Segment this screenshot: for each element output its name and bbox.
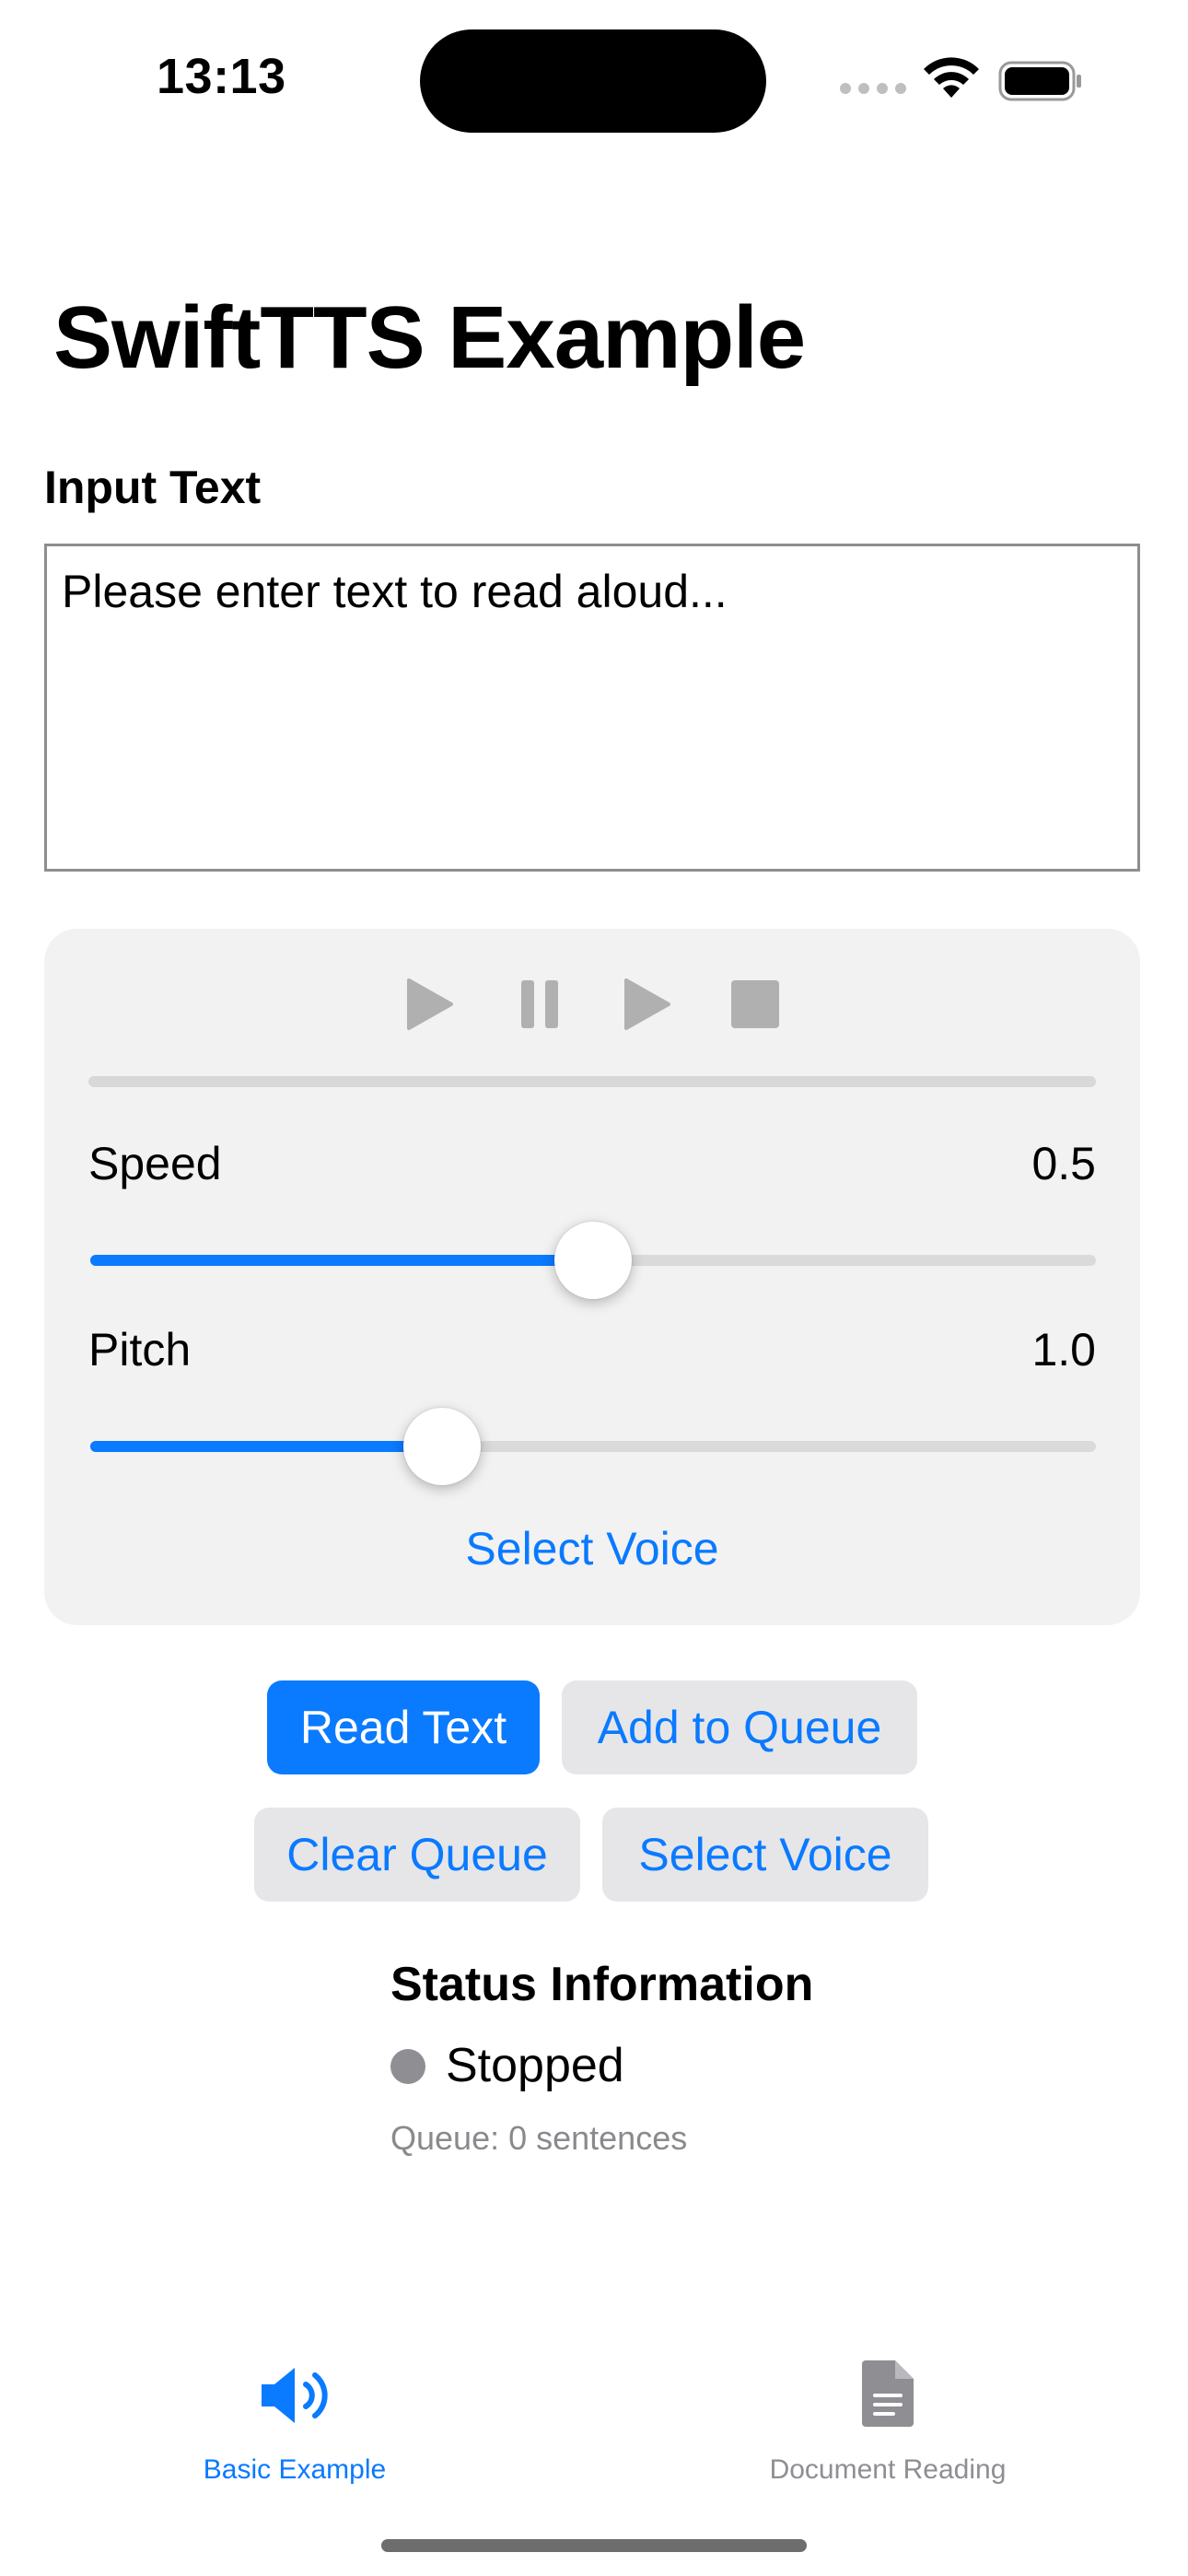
status-time: 13:13	[157, 49, 286, 104]
input-text-label: Input Text	[44, 462, 262, 513]
queue-count: Queue: 0 sentences	[390, 2119, 688, 2157]
clear-queue-button[interactable]: Clear Queue	[254, 1808, 580, 1902]
text-input-placeholder: Please enter text to read aloud...	[62, 566, 728, 617]
speaker-icon	[262, 2368, 328, 2423]
pitch-label: Pitch	[88, 1324, 192, 1376]
status-state: Stopped	[446, 2039, 624, 2092]
tab-document-reading[interactable]: Document Reading	[704, 2340, 1072, 2488]
pause-icon[interactable]	[516, 977, 567, 1032]
dynamic-island	[420, 29, 766, 133]
tab-basic-example[interactable]: Basic Example	[111, 2340, 479, 2488]
tab-label-basic-example: Basic Example	[203, 2454, 387, 2485]
pitch-slider-fill	[90, 1441, 443, 1452]
playback-progress-bar	[88, 1076, 1096, 1087]
tab-label-document-reading: Document Reading	[769, 2454, 1007, 2485]
panel-select-voice-button[interactable]: Select Voice	[44, 1522, 1140, 1575]
pitch-value: 1.0	[1031, 1324, 1096, 1376]
select-voice-button[interactable]: Select Voice	[602, 1808, 928, 1902]
cellular-signal-icon	[840, 83, 906, 94]
add-to-queue-button[interactable]: Add to Queue	[562, 1680, 917, 1774]
read-text-button[interactable]: Read Text	[267, 1680, 540, 1774]
page-title: SwiftTTS Example	[53, 288, 806, 387]
pitch-slider-thumb[interactable]	[403, 1408, 482, 1485]
status-title: Status Information	[390, 1958, 814, 2011]
resume-icon[interactable]	[621, 977, 672, 1032]
text-input[interactable]: Please enter text to read aloud...	[44, 544, 1140, 872]
home-indicator[interactable]	[381, 2539, 807, 2552]
document-icon	[862, 2360, 914, 2427]
status-indicator-dot	[390, 2049, 425, 2084]
speed-slider-fill	[90, 1255, 593, 1266]
speed-slider-thumb[interactable]	[554, 1222, 632, 1299]
battery-icon	[998, 61, 1081, 101]
speed-label: Speed	[88, 1138, 222, 1189]
wifi-icon	[924, 57, 979, 98]
play-icon[interactable]	[403, 977, 455, 1032]
stop-icon[interactable]	[729, 977, 781, 1032]
speed-value: 0.5	[1031, 1138, 1096, 1189]
